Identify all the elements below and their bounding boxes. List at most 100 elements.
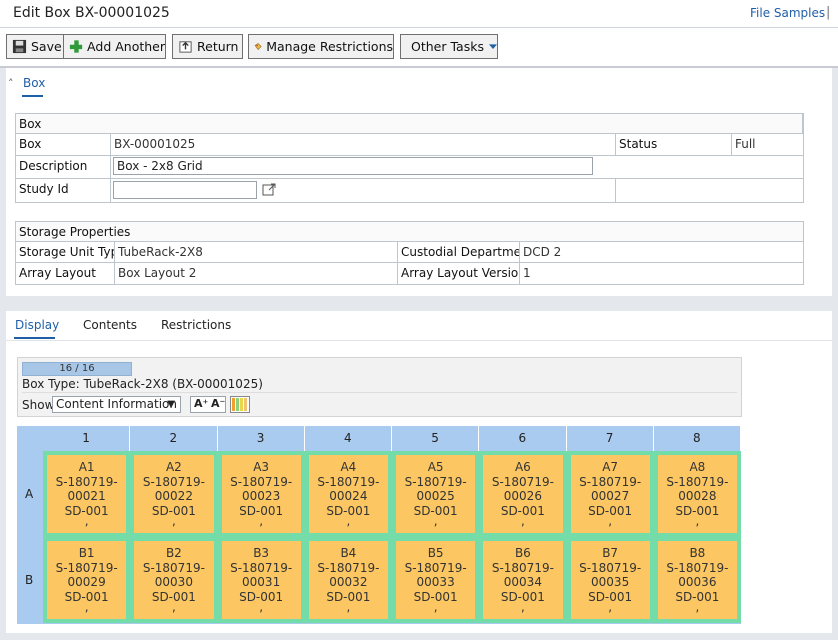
save-label: Save — [31, 39, 62, 54]
slot-sample: S-180719-00024 — [317, 474, 380, 504]
slot-extra: , — [520, 513, 525, 528]
slot-pos: B1 — [78, 546, 95, 560]
slot-content: A6 S-180719-00026 SD-001, — [483, 455, 563, 533]
grid-slot[interactable]: B6 S-180719-00034 SD-001, — [479, 537, 567, 623]
capacity-text: 16 / 16 — [59, 363, 95, 374]
slot-content: B6 S-180719-00034 SD-001, — [483, 541, 563, 619]
grid-slot[interactable]: A1 S-180719-00021 SD-001, — [43, 451, 131, 537]
slot-sample: S-180719-00022 — [142, 474, 205, 504]
slot-content: B4 S-180719-00032 SD-001, — [308, 541, 388, 619]
grid-column-header: 2 — [130, 426, 218, 451]
save-button[interactable]: Save — [6, 34, 64, 59]
description-input[interactable]: Box - 2x8 Grid — [113, 157, 593, 175]
capacity-bar: 16 / 16 — [22, 362, 132, 376]
slot-extra: , — [433, 513, 438, 528]
box-type-text: Box Type: TubeRack-2X8 (BX-00001025) — [22, 377, 263, 391]
grid-slot[interactable]: A4 S-180719-00024 SD-001, — [304, 451, 392, 537]
slot-sample: S-180719-00035 — [579, 560, 642, 590]
controls-divider — [22, 392, 737, 393]
slot-content: B2 S-180719-00030 SD-001, — [134, 541, 214, 619]
slot-sample: S-180719-00032 — [317, 560, 380, 590]
collapse-icon[interactable]: ˄ — [8, 77, 14, 90]
storage-table: Storage Properties Storage Unit Type Tub… — [15, 221, 804, 285]
slot-sample: S-180719-00029 — [55, 560, 118, 590]
custodial-label: Custodial Department — [398, 242, 520, 263]
study-id-blank — [616, 179, 803, 202]
grid-slot[interactable]: B3 S-180719-00031 SD-001, — [217, 537, 305, 623]
show-select[interactable]: Content Information ▼ — [52, 396, 181, 413]
slot-pos: A3 — [253, 460, 270, 474]
grid-column-header: 1 — [43, 426, 131, 451]
file-samples-link[interactable]: File Samples — [750, 6, 825, 20]
grid-slot[interactable]: A3 S-180719-00023 SD-001, — [217, 451, 305, 537]
grid-slot[interactable]: A8 S-180719-00028 SD-001, — [653, 451, 741, 537]
slot-pos: A1 — [78, 460, 95, 474]
grid-slot[interactable]: A2 S-180719-00022 SD-001, — [130, 451, 218, 537]
grid-slot[interactable]: A7 S-180719-00027 SD-001, — [566, 451, 654, 537]
slot-content: B1 S-180719-00029 SD-001, — [47, 541, 127, 619]
slot-sample: S-180719-00021 — [55, 474, 118, 504]
color-legend-icon[interactable] — [230, 396, 250, 413]
slot-sample: S-180719-00028 — [666, 474, 729, 504]
box-value: BX-00001025 — [111, 134, 616, 156]
grid-slot[interactable]: B8 S-180719-00036 SD-001, — [653, 537, 741, 623]
box-table-title: Box — [16, 114, 803, 134]
slot-sample: S-180719-00031 — [230, 560, 293, 590]
tab-restrictions[interactable]: Restrictions — [161, 318, 231, 332]
grid-slot[interactable]: A6 S-180719-00026 SD-001, — [479, 451, 567, 537]
show-label: Show — [22, 398, 55, 412]
tab-box[interactable]: Box — [23, 76, 45, 90]
slot-sample: S-180719-00025 — [404, 474, 467, 504]
array-layout-label: Array Layout — [16, 263, 115, 284]
custodial-value: DCD 2 — [520, 242, 803, 263]
slot-sample: S-180719-00036 — [666, 560, 729, 590]
font-size-controls: A⁺ A⁻ — [190, 396, 226, 413]
slot-extra: , — [84, 513, 89, 528]
grid-row-header: A — [17, 451, 43, 537]
external-link-icon[interactable] — [262, 182, 277, 197]
slot-pos: A7 — [602, 460, 619, 474]
slot-extra: , — [608, 513, 613, 528]
array-version-value: 1 — [523, 266, 531, 280]
study-id-label: Study Id — [16, 179, 111, 202]
slot-pos: B5 — [427, 546, 444, 560]
tab-divider — [6, 340, 832, 341]
font-decrease-button[interactable]: A⁻ — [211, 397, 225, 410]
grid-slot[interactable]: A5 S-180719-00025 SD-001, — [392, 451, 480, 537]
unit-type-label: Storage Unit Type — [16, 242, 115, 263]
slot-extra: , — [84, 599, 89, 614]
other-tasks-button[interactable]: Other Tasks — [400, 34, 498, 59]
slot-content: A1 S-180719-00021 SD-001, — [47, 455, 127, 533]
slot-sample: S-180719-00034 — [491, 560, 554, 590]
slot-pos: A8 — [689, 460, 706, 474]
grid-slot[interactable]: B7 S-180719-00035 SD-001, — [566, 537, 654, 623]
grid-slot[interactable]: B4 S-180719-00032 SD-001, — [304, 537, 392, 623]
slot-content: B3 S-180719-00031 SD-001, — [221, 541, 301, 619]
grid-slot[interactable]: B5 S-180719-00033 SD-001, — [392, 537, 480, 623]
tab-display[interactable]: Display — [15, 318, 59, 332]
slot-extra: , — [520, 599, 525, 614]
font-increase-button[interactable]: A⁺ — [194, 397, 208, 410]
grid-column-header: 6 — [479, 426, 567, 451]
description-label: Description — [16, 156, 111, 179]
slot-extra: , — [171, 513, 176, 528]
tab-display-underline — [14, 337, 55, 339]
slot-pos: B4 — [340, 546, 357, 560]
manage-restrictions-button[interactable]: Manage Restrictions — [248, 34, 394, 59]
slot-content: B8 S-180719-00036 SD-001, — [657, 541, 737, 619]
slot-pos: B2 — [165, 546, 182, 560]
box-label: Box — [16, 134, 111, 156]
dropdown-arrow-icon: ▼ — [167, 399, 175, 410]
tab-contents[interactable]: Contents — [83, 318, 137, 332]
return-button[interactable]: Return — [172, 34, 243, 59]
slot-pos: A5 — [427, 460, 444, 474]
grid-column-header: 8 — [653, 426, 741, 451]
study-id-input[interactable] — [113, 181, 257, 199]
grid-slot[interactable]: B1 S-180719-00029 SD-001, — [43, 537, 131, 623]
header-separator: | — [826, 5, 831, 20]
slot-content: A2 S-180719-00022 SD-001, — [134, 455, 214, 533]
grid-column-header: 4 — [304, 426, 392, 451]
grid-slot[interactable]: B2 S-180719-00030 SD-001, — [130, 537, 218, 623]
slot-extra: , — [346, 599, 351, 614]
add-another-button[interactable]: Add Another — [63, 34, 166, 59]
